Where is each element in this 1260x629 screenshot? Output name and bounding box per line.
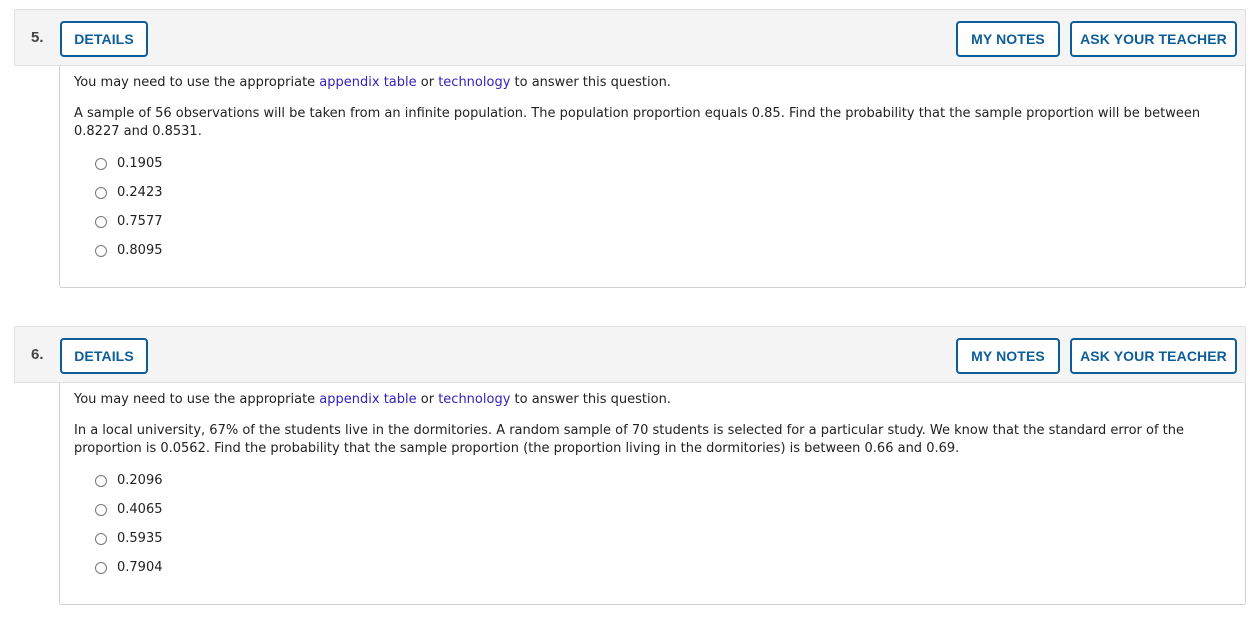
radio-button[interactable] (95, 503, 107, 516)
answer-option[interactable]: 0.1905 (95, 149, 1231, 178)
option-label: 0.7577 (117, 214, 163, 229)
option-label: 0.8095 (117, 243, 163, 258)
question-5: 5. DETAILS MY NOTES ASK YOUR TEACHER You… (14, 9, 1246, 288)
answer-options: 0.1905 0.2423 0.7577 0.8095 (95, 149, 1231, 265)
my-notes-button[interactable]: MY NOTES (956, 338, 1060, 374)
radio-button[interactable] (95, 244, 107, 257)
ask-your-teacher-button[interactable]: ASK YOUR TEACHER (1070, 338, 1237, 374)
radio-button[interactable] (95, 474, 107, 487)
answer-option[interactable]: 0.7904 (95, 553, 1231, 582)
option-label: 0.2096 (117, 473, 163, 488)
intro-text: You may need to use the appropriate appe… (74, 74, 1231, 92)
appendix-table-link[interactable]: appendix table (319, 75, 416, 90)
answer-option[interactable]: 0.5935 (95, 524, 1231, 553)
answer-options: 0.2096 0.4065 0.5935 0.7904 (95, 466, 1231, 582)
option-label: 0.4065 (117, 502, 163, 517)
question-prompt: In a local university, 67% of the studen… (74, 423, 1185, 456)
answer-option[interactable]: 0.2096 (95, 466, 1231, 495)
intro-before: You may need to use the appropriate (74, 75, 320, 90)
technology-link[interactable]: technology (438, 392, 510, 407)
radio-button[interactable] (95, 186, 107, 199)
appendix-table-link[interactable]: appendix table (319, 392, 416, 407)
ask-your-teacher-button[interactable]: ASK YOUR TEACHER (1070, 21, 1237, 57)
question-number: 5. (31, 29, 44, 46)
radio-button[interactable] (95, 215, 107, 228)
question-header: 5. DETAILS MY NOTES ASK YOUR TEACHER (14, 9, 1246, 66)
question-6: 6. DETAILS MY NOTES ASK YOUR TEACHER You… (14, 326, 1246, 605)
radio-button[interactable] (95, 532, 107, 545)
question-prompt: A sample of 56 observations will be take… (74, 106, 1201, 139)
question-header: 6. DETAILS MY NOTES ASK YOUR TEACHER (14, 326, 1246, 383)
option-label: 0.1905 (117, 156, 163, 171)
option-label: 0.5935 (117, 531, 163, 546)
answer-option[interactable]: 0.7577 (95, 207, 1231, 236)
radio-button[interactable] (95, 561, 107, 574)
technology-link[interactable]: technology (438, 75, 510, 90)
option-label: 0.2423 (117, 185, 163, 200)
option-label: 0.7904 (117, 560, 163, 575)
details-button[interactable]: DETAILS (60, 21, 148, 57)
details-button[interactable]: DETAILS (60, 338, 148, 374)
intro-before: You may need to use the appropriate (74, 392, 320, 407)
intro-after: to answer this question. (510, 392, 671, 407)
answer-option[interactable]: 0.4065 (95, 495, 1231, 524)
answer-option[interactable]: 0.2423 (95, 178, 1231, 207)
intro-middle: or (416, 75, 439, 90)
question-body: You may need to use the appropriate appe… (59, 66, 1246, 288)
radio-button[interactable] (95, 157, 107, 170)
question-number: 6. (31, 346, 44, 363)
my-notes-button[interactable]: MY NOTES (956, 21, 1060, 57)
intro-text: You may need to use the appropriate appe… (74, 391, 1231, 409)
intro-after: to answer this question. (510, 75, 671, 90)
answer-option[interactable]: 0.8095 (95, 236, 1231, 265)
intro-middle: or (416, 392, 439, 407)
question-body: You may need to use the appropriate appe… (59, 383, 1246, 605)
